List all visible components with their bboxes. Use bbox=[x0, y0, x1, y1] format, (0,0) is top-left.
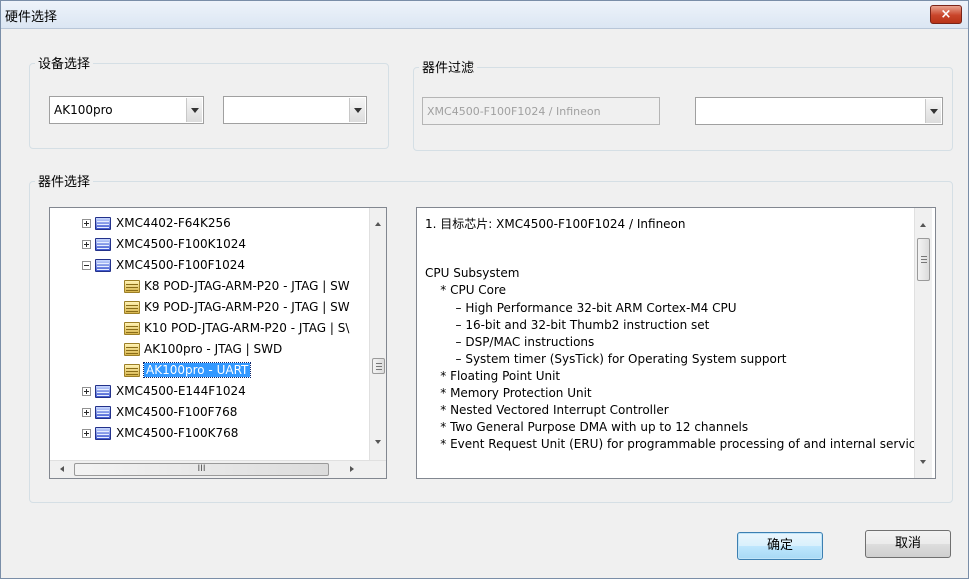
tree-item-label: XMC4500-F100F768 bbox=[116, 405, 238, 419]
info-line: – System timer (SysTick) for Operating S… bbox=[425, 351, 787, 366]
chip-icon bbox=[95, 427, 111, 440]
scroll-up-icon[interactable] bbox=[370, 216, 386, 233]
expand-icon[interactable] bbox=[82, 408, 91, 417]
scroll-down-icon[interactable] bbox=[370, 434, 386, 451]
device-combo[interactable]: AK100pro bbox=[49, 96, 204, 124]
info-line: – 16-bit and 32-bit Thumb2 instruction s… bbox=[425, 317, 710, 332]
folder-icon bbox=[124, 364, 140, 377]
folder-icon bbox=[124, 343, 140, 356]
expand-icon[interactable] bbox=[82, 240, 91, 249]
tree-item-label: K9 POD-JTAG-ARM-P20 - JTAG | SW bbox=[144, 300, 350, 314]
close-icon: × bbox=[940, 7, 952, 22]
component-selection-label: 器件选择 bbox=[35, 171, 94, 190]
tree-vertical-scrollbar[interactable] bbox=[369, 208, 386, 461]
scroll-up-icon[interactable] bbox=[915, 217, 932, 234]
tree-item-label: XMC4500-F100F1024 bbox=[116, 258, 246, 272]
info-vertical-scrollbar[interactable] bbox=[914, 208, 932, 478]
folder-icon bbox=[124, 322, 140, 335]
folder-icon bbox=[124, 280, 140, 293]
tree-horizontal-scrollbar[interactable]: III bbox=[50, 460, 386, 478]
info-line: * Event Request Unit (ERU) for programma… bbox=[425, 437, 923, 452]
chevron-down-icon[interactable] bbox=[349, 98, 365, 122]
info-line: * Floating Point Unit bbox=[425, 368, 561, 383]
title-bar: 硬件选择 × bbox=[1, 1, 968, 29]
chip-icon bbox=[95, 385, 111, 398]
device-info-panel[interactable]: 1. 目标芯片: XMC4500-F100F1024 / Infineon CPU… bbox=[416, 207, 936, 479]
info-line: * Memory Protection Unit bbox=[425, 386, 592, 400]
scroll-right-icon[interactable] bbox=[343, 461, 360, 478]
info-line: * Nested Vectored Interrupt Controller bbox=[425, 403, 669, 418]
tree-item[interactable]: AK100pro - JTAG | SWD bbox=[50, 340, 368, 360]
scroll-left-icon[interactable] bbox=[54, 461, 71, 478]
tree-item[interactable]: XMC4500-F100K768 bbox=[50, 424, 368, 444]
tree-scroll-thumb[interactable] bbox=[372, 358, 385, 374]
tree-item[interactable]: AK100pro - UART bbox=[50, 361, 368, 381]
tree-item-label: XMC4402-F64K256 bbox=[116, 216, 231, 230]
folder-icon bbox=[124, 301, 140, 314]
expand-icon[interactable] bbox=[82, 219, 91, 228]
component-filter-label: 器件过滤 bbox=[419, 57, 478, 76]
device-select-label: 设备选择 bbox=[35, 53, 94, 72]
tree-item-label: XMC4500-F100K768 bbox=[116, 426, 239, 440]
tree-item[interactable]: K10 POD-JTAG-ARM-P20 - JTAG | S\ bbox=[50, 319, 368, 339]
tree-item[interactable]: XMC4500-F100F1024 bbox=[50, 256, 368, 276]
collapse-icon[interactable] bbox=[82, 261, 91, 270]
ok-button[interactable]: 确定 bbox=[737, 532, 823, 560]
cancel-button[interactable]: 取消 bbox=[865, 530, 951, 558]
info-line: 1. 目标芯片: XMC4500-F100F1024 / Infineon bbox=[425, 217, 686, 231]
info-line: – DSP/MAC instructions bbox=[425, 334, 595, 349]
tree-hscroll-thumb[interactable]: III bbox=[74, 463, 329, 476]
tree-item-label: XMC4500-E144F1024 bbox=[116, 384, 246, 398]
chip-icon bbox=[95, 406, 111, 419]
tree-item-label: K10 POD-JTAG-ARM-P20 - JTAG | S\ bbox=[144, 321, 350, 335]
tree-item[interactable]: XMC4500-F100F768 bbox=[50, 403, 368, 423]
device-combo-value: AK100pro bbox=[54, 103, 113, 117]
chip-icon bbox=[95, 238, 111, 251]
tree-item[interactable]: XMC4500-E144F1024 bbox=[50, 382, 368, 402]
chevron-down-icon[interactable] bbox=[925, 99, 941, 123]
tree-item[interactable]: XMC4500-F100K1024 bbox=[50, 235, 368, 255]
close-button[interactable]: × bbox=[930, 5, 962, 24]
chevron-down-icon[interactable] bbox=[186, 98, 202, 122]
tree-item[interactable]: K8 POD-JTAG-ARM-P20 - JTAG | SW bbox=[50, 277, 368, 297]
filter-combo[interactable] bbox=[695, 97, 943, 125]
tree-item-label: AK100pro - JTAG | SWD bbox=[144, 342, 283, 356]
hardware-select-dialog: 硬件选择 × 设备选择 AK100pro 器件过滤 XMC4500-F100F1… bbox=[0, 0, 969, 579]
tree-item-label: XMC4500-F100K1024 bbox=[116, 237, 247, 251]
secondary-device-combo[interactable] bbox=[223, 96, 367, 124]
tree-item[interactable]: K9 POD-JTAG-ARM-P20 - JTAG | SW bbox=[50, 298, 368, 318]
info-line: – High Performance 32-bit ARM Cortex-M4 … bbox=[425, 300, 737, 315]
chip-icon bbox=[95, 259, 111, 272]
info-line: CPU Subsystem bbox=[425, 266, 520, 281]
tree-item-label: AK100pro - UART bbox=[142, 362, 252, 378]
expand-icon[interactable] bbox=[82, 387, 91, 396]
tree-item-label: K8 POD-JTAG-ARM-P20 - JTAG | SW bbox=[144, 279, 350, 293]
tree-item[interactable]: XMC4402-F64K256 bbox=[50, 214, 368, 234]
info-line: * CPU Core bbox=[425, 283, 507, 298]
device-tree-panel[interactable]: XMC4402-F64K256 XMC4500-F100K1024 XMC4500-… bbox=[49, 207, 387, 479]
info-line: * Two General Purpose DMA with up to 12 … bbox=[425, 420, 749, 435]
filter-text-value: XMC4500-F100F1024 / Infineon bbox=[427, 105, 601, 118]
filter-text-field[interactable]: XMC4500-F100F1024 / Infineon bbox=[422, 97, 660, 125]
expand-icon[interactable] bbox=[82, 429, 91, 438]
window-title: 硬件选择 bbox=[5, 10, 58, 25]
scroll-down-icon[interactable] bbox=[915, 454, 932, 471]
chip-icon bbox=[95, 217, 111, 230]
info-scroll-thumb[interactable] bbox=[917, 238, 930, 281]
